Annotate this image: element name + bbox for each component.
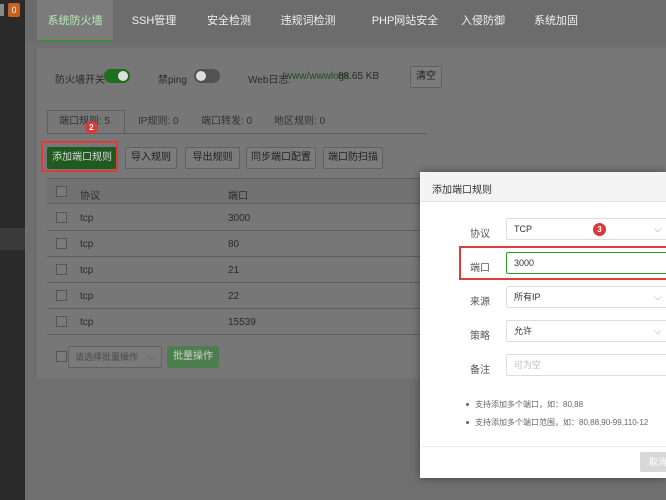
- firewall-switch-label: 防火墙开关: [55, 75, 105, 86]
- subtab-port-forward[interactable]: 端口转发: 0: [201, 112, 252, 127]
- tab-prohibited-words[interactable]: 违规词检测: [273, 0, 343, 42]
- row-port: 22: [228, 291, 240, 302]
- row-checkbox[interactable]: [56, 212, 67, 223]
- tip-multiple-ports: 支持添加多个端口，如：80,88: [466, 399, 583, 410]
- row-port: 15539: [228, 317, 256, 328]
- row-protocol: tcp: [80, 317, 94, 328]
- subtab-region-rules[interactable]: 地区规则: 0: [274, 112, 325, 127]
- row-checkbox[interactable]: [56, 264, 67, 275]
- tip-port-ranges: 支持添加多个端口范围，如：80,88,90-99,110-12: [466, 417, 648, 428]
- batch-operation-button[interactable]: 批量操作: [167, 346, 219, 368]
- firewall-toggle[interactable]: [104, 69, 130, 83]
- subtab-divider: [47, 133, 427, 134]
- subtab-ip-rules[interactable]: IP规则: 0: [138, 112, 179, 127]
- chevron-down-icon: ⌵: [148, 352, 155, 362]
- tab-php-security[interactable]: PHP网站安全: [355, 0, 455, 42]
- batch-select-placeholder: 请选择批量操作: [75, 352, 139, 362]
- row-port: 3000: [228, 213, 251, 224]
- tab-system-hardening[interactable]: 系统加固: [523, 0, 589, 42]
- chevron-down-icon: ⌵: [654, 224, 661, 234]
- table-row: tcp 80: [47, 231, 427, 257]
- column-protocol: 协议: [80, 191, 100, 202]
- remark-input[interactable]: 可为空: [506, 354, 666, 376]
- notification-badge[interactable]: 0: [8, 3, 20, 17]
- tip-text: 支持添加多个端口，如：80,88: [475, 400, 584, 409]
- add-port-rule-dialog: 添加端口规则 协议 TCP ⌵ 3 端口 3000 来源 所有IP ⌵ 策略 允…: [420, 172, 666, 478]
- cancel-button[interactable]: 取消: [640, 452, 666, 472]
- protocol-value: TCP: [514, 224, 532, 234]
- tab-ssh[interactable]: SSH管理: [123, 0, 185, 42]
- port-anti-scan-button[interactable]: 端口防扫描: [323, 147, 383, 169]
- security-tabs: 系统防火墙 SSH管理 安全检测 违规词检测 PHP网站安全 入侵防御 系统加固: [25, 0, 666, 42]
- row-checkbox[interactable]: [56, 238, 67, 249]
- highlight-add-button: [41, 141, 118, 172]
- protocol-select[interactable]: TCP ⌵: [506, 218, 666, 240]
- tab-security-check[interactable]: 安全检测: [197, 0, 261, 42]
- dialog-title: 添加端口规则: [432, 185, 492, 196]
- remark-placeholder: 可为空: [514, 360, 542, 370]
- protocol-label: 协议: [470, 229, 490, 240]
- step-3-marker: 3: [593, 223, 606, 236]
- remark-label: 备注: [470, 365, 490, 376]
- table-row: tcp 15539: [47, 309, 427, 335]
- export-rules-button[interactable]: 导出规则: [185, 147, 240, 169]
- row-protocol: tcp: [80, 213, 94, 224]
- sidebar-edge-marker: [0, 4, 4, 16]
- row-protocol: tcp: [80, 239, 94, 250]
- row-port: 21: [228, 265, 240, 276]
- row-port: 80: [228, 239, 240, 250]
- tab-intrusion-prevention[interactable]: 入侵防御: [453, 0, 513, 42]
- chevron-down-icon: ⌵: [654, 326, 661, 336]
- sidebar-item-active[interactable]: [0, 228, 25, 250]
- strategy-select[interactable]: 允许 ⌵: [506, 320, 666, 342]
- row-protocol: tcp: [80, 291, 94, 302]
- table-row: tcp 22: [47, 283, 427, 309]
- batch-operation-select[interactable]: 请选择批量操作 ⌵: [68, 346, 162, 368]
- clear-log-button[interactable]: 清空: [410, 66, 442, 88]
- source-label: 来源: [470, 297, 490, 308]
- row-protocol: tcp: [80, 265, 94, 276]
- ban-ping-toggle[interactable]: [194, 69, 220, 83]
- toggle-knob: [118, 71, 128, 81]
- table-row: tcp 3000: [47, 205, 427, 231]
- rules-table-header: 协议 端口: [47, 178, 427, 204]
- row-checkbox[interactable]: [56, 290, 67, 301]
- source-value: 所有IP: [514, 292, 541, 302]
- strategy-value: 允许: [514, 326, 533, 336]
- tip-text: 支持添加多个端口范围，如：80,88,90-99,110-12: [475, 418, 649, 427]
- highlight-port-field: [459, 246, 666, 280]
- step-2-marker: 2: [85, 121, 98, 134]
- import-rules-button[interactable]: 导入规则: [125, 147, 177, 169]
- dialog-header: 添加端口规则: [420, 172, 666, 202]
- ban-ping-label: 禁ping: [158, 75, 187, 86]
- source-select[interactable]: 所有IP ⌵: [506, 286, 666, 308]
- tab-system-firewall[interactable]: 系统防火墙: [37, 0, 113, 42]
- batch-select-all-checkbox[interactable]: [56, 351, 67, 362]
- strategy-label: 策略: [470, 331, 490, 342]
- row-checkbox[interactable]: [56, 316, 67, 327]
- bullet-icon: [466, 403, 469, 407]
- sync-port-config-button[interactable]: 同步端口配置: [246, 147, 316, 169]
- toggle-knob: [196, 71, 206, 81]
- chevron-down-icon: ⌵: [654, 292, 661, 302]
- select-all-checkbox[interactable]: [56, 186, 67, 197]
- column-port: 端口: [228, 191, 248, 202]
- web-log-size: 88.65 KB: [338, 71, 380, 82]
- dialog-footer-divider: [420, 446, 666, 447]
- bullet-icon: [466, 421, 469, 425]
- left-sidebar: 0: [0, 0, 25, 500]
- table-row: tcp 21: [47, 257, 427, 283]
